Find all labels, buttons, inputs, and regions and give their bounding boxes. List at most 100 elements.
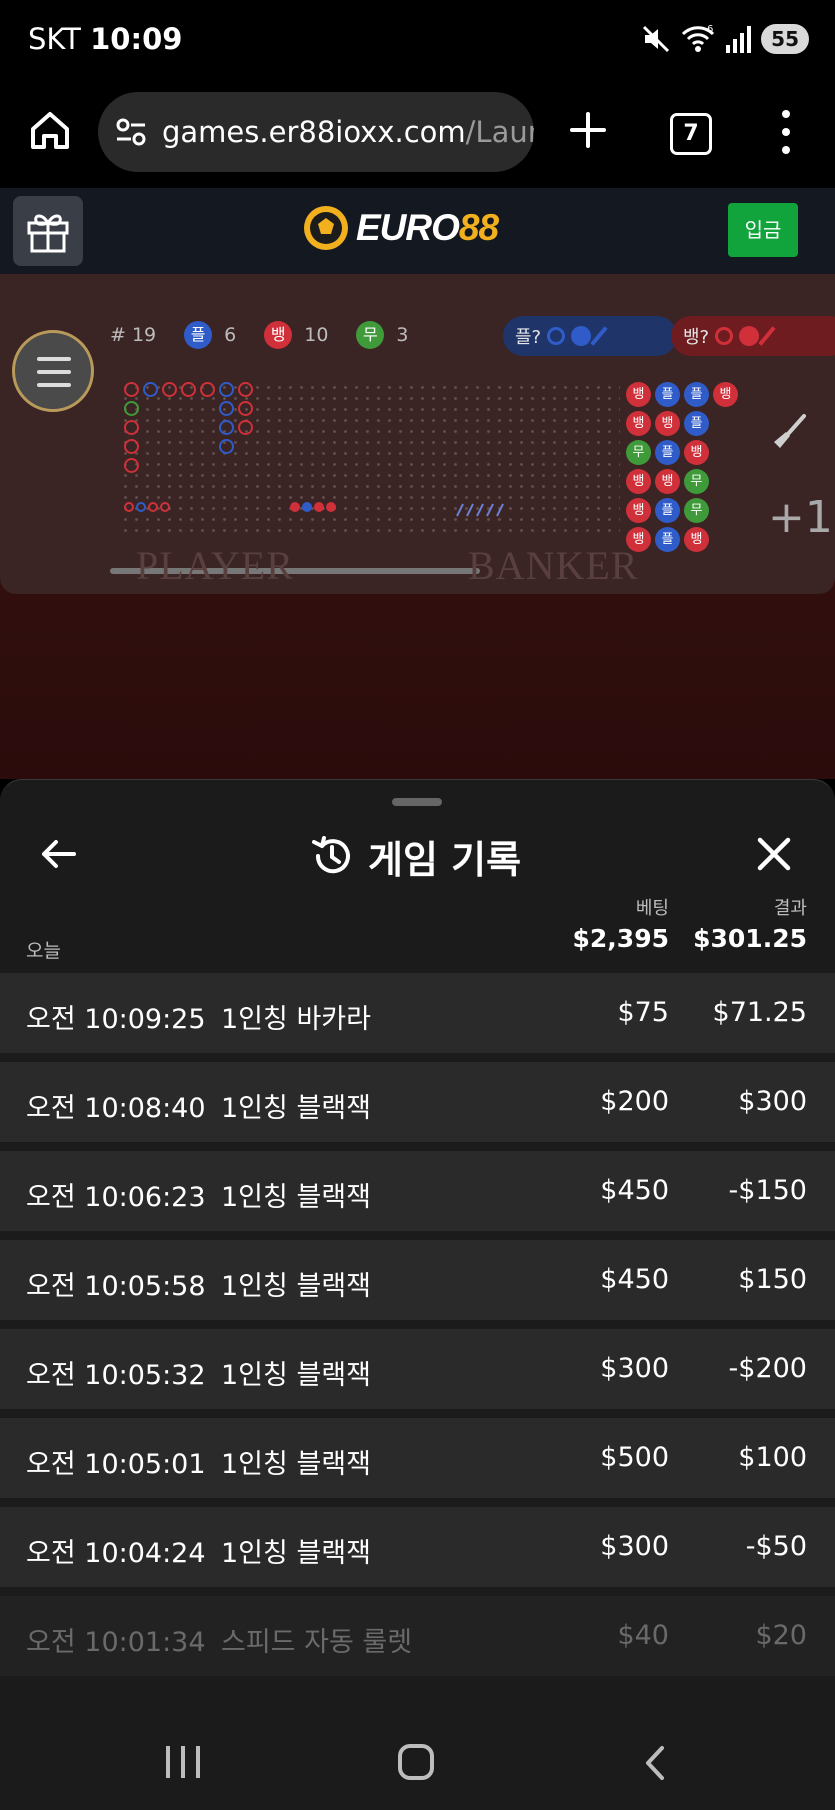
- url-path: /Launc: [465, 115, 534, 149]
- game-history-sheet: 게임 기록 베팅 결과 오늘 $2,395 $301.25 오전 10:09:2…: [0, 779, 835, 1715]
- url-domain: games.er88ioxx.com: [162, 115, 466, 149]
- small-road: [456, 503, 504, 517]
- wifi-icon: 6: [682, 24, 715, 52]
- bead-road-cell: 뱅: [626, 411, 651, 436]
- home-icon[interactable]: [28, 108, 72, 152]
- battery-indicator: 55: [761, 24, 809, 54]
- player-count: 6: [224, 324, 237, 346]
- row-game: 1인칭 블랙잭: [221, 1449, 371, 1480]
- banker-count: 10: [304, 324, 329, 346]
- row-result: $150: [738, 1264, 807, 1295]
- home-button-icon[interactable]: [398, 1744, 434, 1780]
- status-bar: SKT 10:09 6 55: [0, 0, 835, 80]
- date-label: 오늘: [26, 940, 61, 962]
- history-row[interactable]: 오전 10:06:23 1인칭 블랙잭 $450 -$150: [0, 1151, 835, 1231]
- history-row[interactable]: 오전 10:05:58 1인칭 블랙잭 $450 $150: [0, 1240, 835, 1320]
- scoreboard: # 19 플 6 뱅 10 무 3 플? 뱅? 뱅 플 플 뱅 뱅 뱅 플 무 …: [0, 274, 835, 594]
- history-row[interactable]: 오전 10:04:24 1인칭 블랙잭 $300 -$50: [0, 1507, 835, 1587]
- system-navigation-bar: [0, 1714, 835, 1810]
- total-bet: $2,395: [572, 924, 669, 953]
- back-icon[interactable]: [640, 1744, 670, 1782]
- url-text[interactable]: games.er88ioxx.com/Launc: [162, 115, 534, 149]
- player-predict-label: 플?: [515, 327, 542, 348]
- row-time: 오전 10:01:34: [26, 1627, 206, 1658]
- row-game: 1인칭 블랙잭: [221, 1538, 371, 1569]
- round-number: # 19: [110, 324, 157, 346]
- plus-one-label[interactable]: +1: [768, 492, 833, 543]
- browser-toolbar: games.er88ioxx.com/Launc 7: [0, 80, 835, 188]
- history-list: 오전 10:09:25 1인칭 바카라 $75 $71.25 오전 10:08:…: [0, 973, 835, 1685]
- mute-icon: [643, 25, 670, 53]
- tie-count: 3: [396, 324, 409, 346]
- logo-number: 88: [458, 207, 499, 248]
- history-row[interactable]: 오전 10:08:40 1인칭 블랙잭 $200 $300: [0, 1062, 835, 1142]
- history-row[interactable]: 오전 10:01:34 스피드 자동 룰렛 $40 $20: [0, 1596, 835, 1676]
- row-time: 오전 10:06:23: [26, 1182, 206, 1213]
- gift-icon: [27, 214, 69, 253]
- round-stats: # 19 플 6 뱅 10 무 3: [110, 318, 409, 352]
- history-row[interactable]: 오전 10:05:32 1인칭 블랙잭 $300 -$200: [0, 1329, 835, 1409]
- back-arrow-icon[interactable]: [38, 834, 78, 874]
- close-icon[interactable]: [754, 834, 794, 874]
- row-bet: $200: [600, 1086, 669, 1117]
- bead-road-cell: 플: [655, 527, 680, 552]
- history-icon: [312, 836, 350, 874]
- gift-button[interactable]: [13, 196, 83, 266]
- wifi-badge: 6: [707, 24, 713, 35]
- banker-predict-slash-icon: [758, 326, 776, 346]
- status-icons: 6 55: [641, 22, 809, 56]
- player-predict-ring-icon: [547, 327, 566, 345]
- row-result: -$150: [728, 1175, 807, 1206]
- banker-predict-label: 뱅?: [683, 327, 710, 348]
- row-result: $300: [738, 1086, 807, 1117]
- site-logo[interactable]: EURO88: [302, 200, 499, 256]
- bead-road-cell: 뱅: [626, 382, 651, 407]
- status-carrier-time: SKT 10:09: [28, 22, 182, 56]
- banker-predict-button[interactable]: 뱅?: [671, 316, 835, 356]
- bead-road-cell: 플: [684, 411, 709, 436]
- bead-road-cell: 무: [684, 469, 709, 494]
- signal-icon: [726, 26, 752, 53]
- row-result: $20: [755, 1620, 807, 1651]
- bead-road-cell: 뱅: [655, 411, 680, 436]
- row-time: 오전 10:04:24: [26, 1538, 206, 1569]
- broom-icon[interactable]: [768, 412, 808, 452]
- history-row[interactable]: 오전 10:09:25 1인칭 바카라 $75 $71.25: [0, 973, 835, 1053]
- recent-apps-icon[interactable]: [166, 1746, 200, 1780]
- row-time: 오전 10:05:01: [26, 1449, 206, 1480]
- sheet-title-group: 게임 기록: [310, 828, 521, 884]
- row-bet: $300: [600, 1353, 669, 1384]
- row-bet: $40: [617, 1620, 669, 1651]
- bead-road-cell: 플: [655, 382, 680, 407]
- bead-road-cell: 플: [655, 498, 680, 523]
- new-tab-icon[interactable]: [566, 108, 610, 152]
- deposit-button[interactable]: 입금: [728, 203, 798, 257]
- bead-road-cell: 무: [626, 440, 651, 465]
- bead-road-cell: 뱅: [684, 440, 709, 465]
- row-result: -$200: [728, 1353, 807, 1384]
- logo-word: EURO: [356, 207, 460, 248]
- sheet-drag-handle[interactable]: [392, 798, 442, 806]
- site-settings-icon[interactable]: [114, 115, 148, 149]
- row-result: -$50: [745, 1531, 807, 1562]
- site-header: EURO88 입금: [0, 188, 835, 275]
- watermark-banker: BANKER: [468, 543, 639, 588]
- game-menu-button[interactable]: [12, 330, 94, 412]
- row-time: 오전 10:08:40: [26, 1093, 206, 1124]
- player-predict-dot-icon: [571, 326, 592, 346]
- address-bar[interactable]: games.er88ioxx.com/Launc: [98, 92, 534, 172]
- tab-switcher-button[interactable]: 7: [670, 113, 712, 155]
- row-time: 오전 10:05:58: [26, 1271, 206, 1302]
- row-bet: $75: [617, 997, 669, 1028]
- browser-menu-icon[interactable]: [774, 110, 798, 154]
- row-game: 1인칭 블랙잭: [221, 1182, 371, 1213]
- road-grid: [120, 382, 620, 532]
- carrier-label: SKT: [28, 22, 81, 56]
- bead-road-cell: 무: [684, 498, 709, 523]
- history-row[interactable]: 오전 10:05:01 1인칭 블랙잭 $500 $100: [0, 1418, 835, 1498]
- column-header-result: 결과: [773, 898, 807, 919]
- total-result: $301.25: [693, 924, 807, 953]
- player-predict-button[interactable]: 플?: [503, 316, 677, 356]
- player-badge: 플: [184, 321, 213, 349]
- row-result: $100: [738, 1442, 807, 1473]
